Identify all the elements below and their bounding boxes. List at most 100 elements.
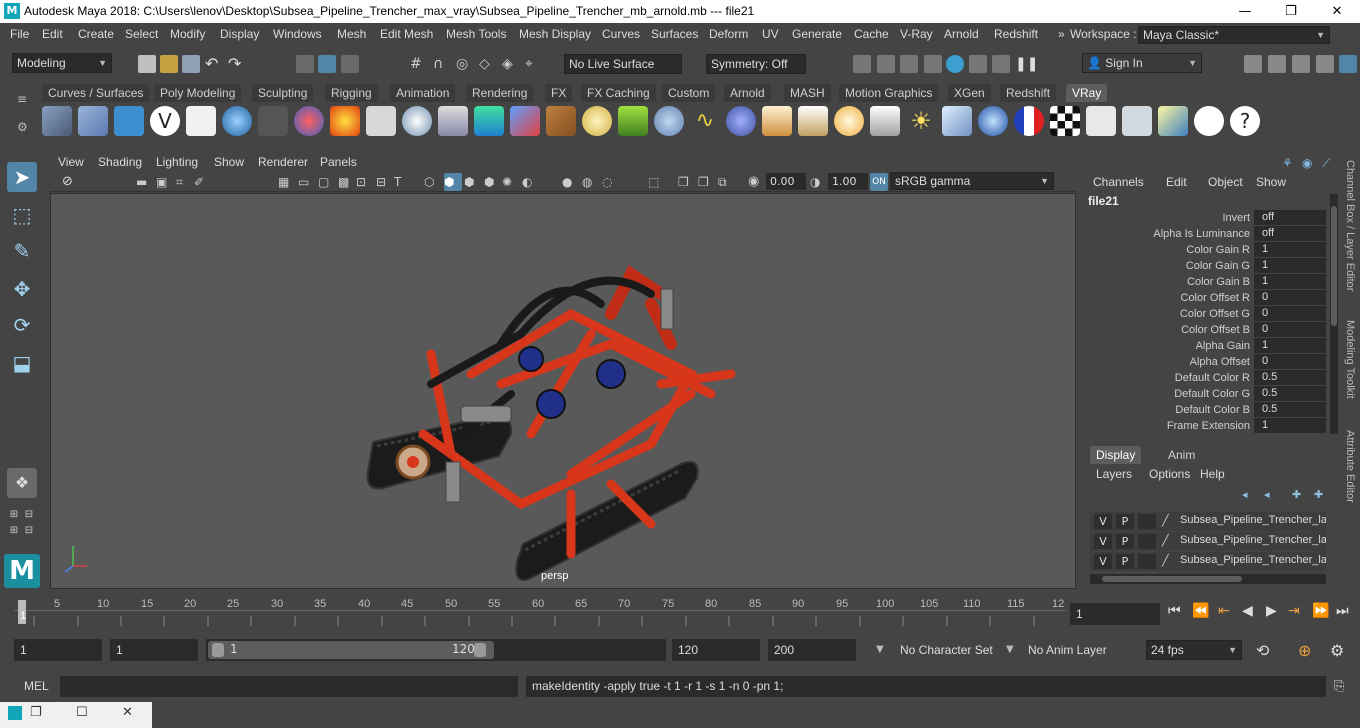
layer-tab-anim[interactable]: Anim [1162, 446, 1202, 464]
layer-menu-options[interactable]: Options [1149, 467, 1190, 481]
attr-row-color-gain-r[interactable]: Color Gain R 1 [1086, 242, 1326, 258]
layer-row[interactable]: V P ╱ Subsea_Pipeline_Trencher_layer2 [1090, 532, 1326, 551]
vray-light-lister-icon[interactable] [1158, 106, 1188, 136]
symmetry-dropdown[interactable]: Symmetry: Off [706, 54, 806, 74]
menu-display[interactable]: Display [220, 27, 259, 41]
viewport-menu-renderer[interactable]: Renderer [258, 155, 308, 169]
vray-cone-icon[interactable] [438, 106, 468, 136]
layer-visibility-toggle[interactable]: V [1094, 534, 1112, 549]
layer-row[interactable]: V P ╱ Subsea_Pipeline_Trencher_layer3 [1090, 552, 1326, 571]
open-scene-icon[interactable] [160, 55, 178, 73]
2d-pan-zoom-icon[interactable]: ⌗ [176, 173, 194, 191]
ipr-render-icon[interactable] [900, 55, 918, 73]
menu-file[interactable]: File [10, 27, 29, 41]
attr-value[interactable]: 1 [1254, 258, 1326, 273]
new-scene-icon[interactable] [138, 55, 156, 73]
script-editor-icon[interactable]: ⎘ [1334, 678, 1352, 696]
channel-menu-show[interactable]: Show [1256, 175, 1286, 189]
range-slider[interactable]: 1 120 [206, 639, 666, 661]
tab-animation[interactable]: Animation [390, 84, 456, 102]
save-scene-icon[interactable] [182, 55, 200, 73]
command-language-label[interactable]: MEL [24, 679, 49, 693]
attr-value[interactable]: 1 [1254, 274, 1326, 289]
attr-value[interactable]: 0 [1254, 354, 1326, 369]
attr-value[interactable]: 0.5 [1254, 386, 1326, 401]
go-to-end-icon[interactable]: ⏭ [1336, 603, 1349, 619]
render-view-icon[interactable] [853, 55, 871, 73]
vray-sun-icon[interactable]: ☀ [906, 106, 936, 136]
vray-scene-icon[interactable] [114, 106, 144, 136]
layer-color-icon[interactable]: ╱ [1162, 534, 1169, 547]
color-management-toggle-icon[interactable]: ON [870, 173, 888, 191]
character-set-chevron-icon[interactable]: ▼ [876, 644, 884, 655]
viewport-menu-shading[interactable]: Shading [98, 155, 142, 169]
wireframe-icon[interactable]: ⬡ [424, 173, 442, 191]
grease-pencil-icon[interactable]: ✐ [194, 173, 212, 191]
move-layer-down-icon[interactable]: ◂ [1264, 486, 1282, 504]
vray-dome-icon[interactable] [582, 106, 612, 136]
vray-ambient-light-icon[interactable] [978, 106, 1008, 136]
film-gate-icon[interactable]: ▭ [298, 173, 316, 191]
play-forwards-icon[interactable]: ▶ [1266, 603, 1277, 619]
attr-value[interactable]: off [1254, 210, 1326, 225]
four-view-layout-icon[interactable]: ⊞ [7, 508, 21, 522]
animation-start-field[interactable]: 1 [14, 639, 102, 661]
current-frame-field[interactable]: 1 [1070, 603, 1160, 625]
tab-rendering[interactable]: Rendering [466, 84, 534, 102]
motion-blur-icon[interactable]: ◍ [582, 173, 600, 191]
channel-menu-channels[interactable]: Channels [1093, 175, 1144, 189]
menu-modify[interactable]: Modify [170, 27, 205, 41]
menu-select[interactable]: Select [125, 27, 158, 41]
vray-camera-icon[interactable] [258, 106, 288, 136]
layer-menu-layers[interactable]: Layers [1096, 467, 1132, 481]
vray-plane-icon[interactable] [366, 106, 396, 136]
viewport-menu-lighting[interactable]: Lighting [156, 155, 198, 169]
menu-edit[interactable]: Edit [42, 27, 63, 41]
channel-menu-edit[interactable]: Edit [1166, 175, 1187, 189]
undo-icon[interactable]: ↶ [205, 55, 223, 73]
attr-row-color-gain-g[interactable]: Color Gain G 1 [1086, 258, 1326, 274]
vray-env-fog-icon[interactable] [474, 106, 504, 136]
menu-mesh-display[interactable]: Mesh Display [519, 27, 591, 41]
ambient-occlusion-icon[interactable]: ● [562, 173, 580, 191]
attr-row-alpha-gain[interactable]: Alpha Gain 1 [1086, 338, 1326, 354]
fps-dropdown[interactable]: 24 fps ▼ [1146, 640, 1242, 660]
anim-layer-dropdown[interactable]: No Anim Layer [1022, 639, 1126, 661]
sign-in-dropdown[interactable]: 👤 Sign In ▼ [1082, 53, 1202, 73]
tab-arnold[interactable]: Arnold [724, 84, 771, 102]
redo-icon[interactable]: ↷ [228, 55, 246, 73]
shelf-gear-icon[interactable]: ⚙ [17, 120, 28, 134]
tab-xgen[interactable]: XGen [948, 84, 991, 102]
attr-value[interactable]: off [1254, 226, 1326, 241]
live-surface-field[interactable]: No Live Surface [564, 54, 682, 74]
attr-row-frame-extension[interactable]: Frame Extension 1 [1086, 418, 1326, 434]
vray-mesh-light-icon[interactable] [942, 106, 972, 136]
animation-preferences-icon[interactable]: ⚙ [1330, 641, 1344, 660]
snap-surface-icon[interactable]: ◈ [502, 55, 520, 73]
attr-value[interactable]: 1 [1254, 242, 1326, 257]
attribute-editor-icon[interactable] [1268, 55, 1286, 73]
vray-vfb-icon[interactable] [1086, 106, 1116, 136]
vray-sphere-icon[interactable] [402, 106, 432, 136]
lasso-tool-icon[interactable]: ⬚ [7, 200, 37, 230]
snap-edge-icon[interactable]: ⌖ [525, 55, 543, 73]
layer-playback-toggle[interactable]: P [1116, 534, 1134, 549]
channel-box-graph-icon[interactable]: ⟋ [1322, 154, 1340, 172]
resolution-gate-icon[interactable]: ▢ [318, 173, 336, 191]
safe-title-icon[interactable]: T [394, 173, 412, 191]
perspective-viewport[interactable]: persp [50, 193, 1076, 589]
vray-omni-light-icon[interactable] [834, 106, 864, 136]
select-object-icon[interactable] [318, 55, 336, 73]
vray-proxy-icon[interactable] [42, 106, 72, 136]
vray-particles-icon[interactable] [654, 106, 684, 136]
anti-aliasing-icon[interactable]: ◌ [602, 173, 620, 191]
layer-display-type-toggle[interactable] [1138, 534, 1156, 549]
step-forward-key-icon[interactable]: ⇥ [1288, 603, 1300, 619]
menu-redshift[interactable]: Redshift [994, 27, 1038, 41]
menu-create[interactable]: Create [78, 27, 114, 41]
exposure-field[interactable]: 0.00 [766, 173, 806, 190]
menu-set-dropdown[interactable]: Modeling ▼ [12, 53, 112, 73]
tab-motion-graphics[interactable]: Motion Graphics [839, 84, 939, 102]
go-to-start-icon[interactable]: ⏮ [1168, 603, 1181, 619]
attr-row-color-gain-b[interactable]: Color Gain B 1 [1086, 274, 1326, 290]
